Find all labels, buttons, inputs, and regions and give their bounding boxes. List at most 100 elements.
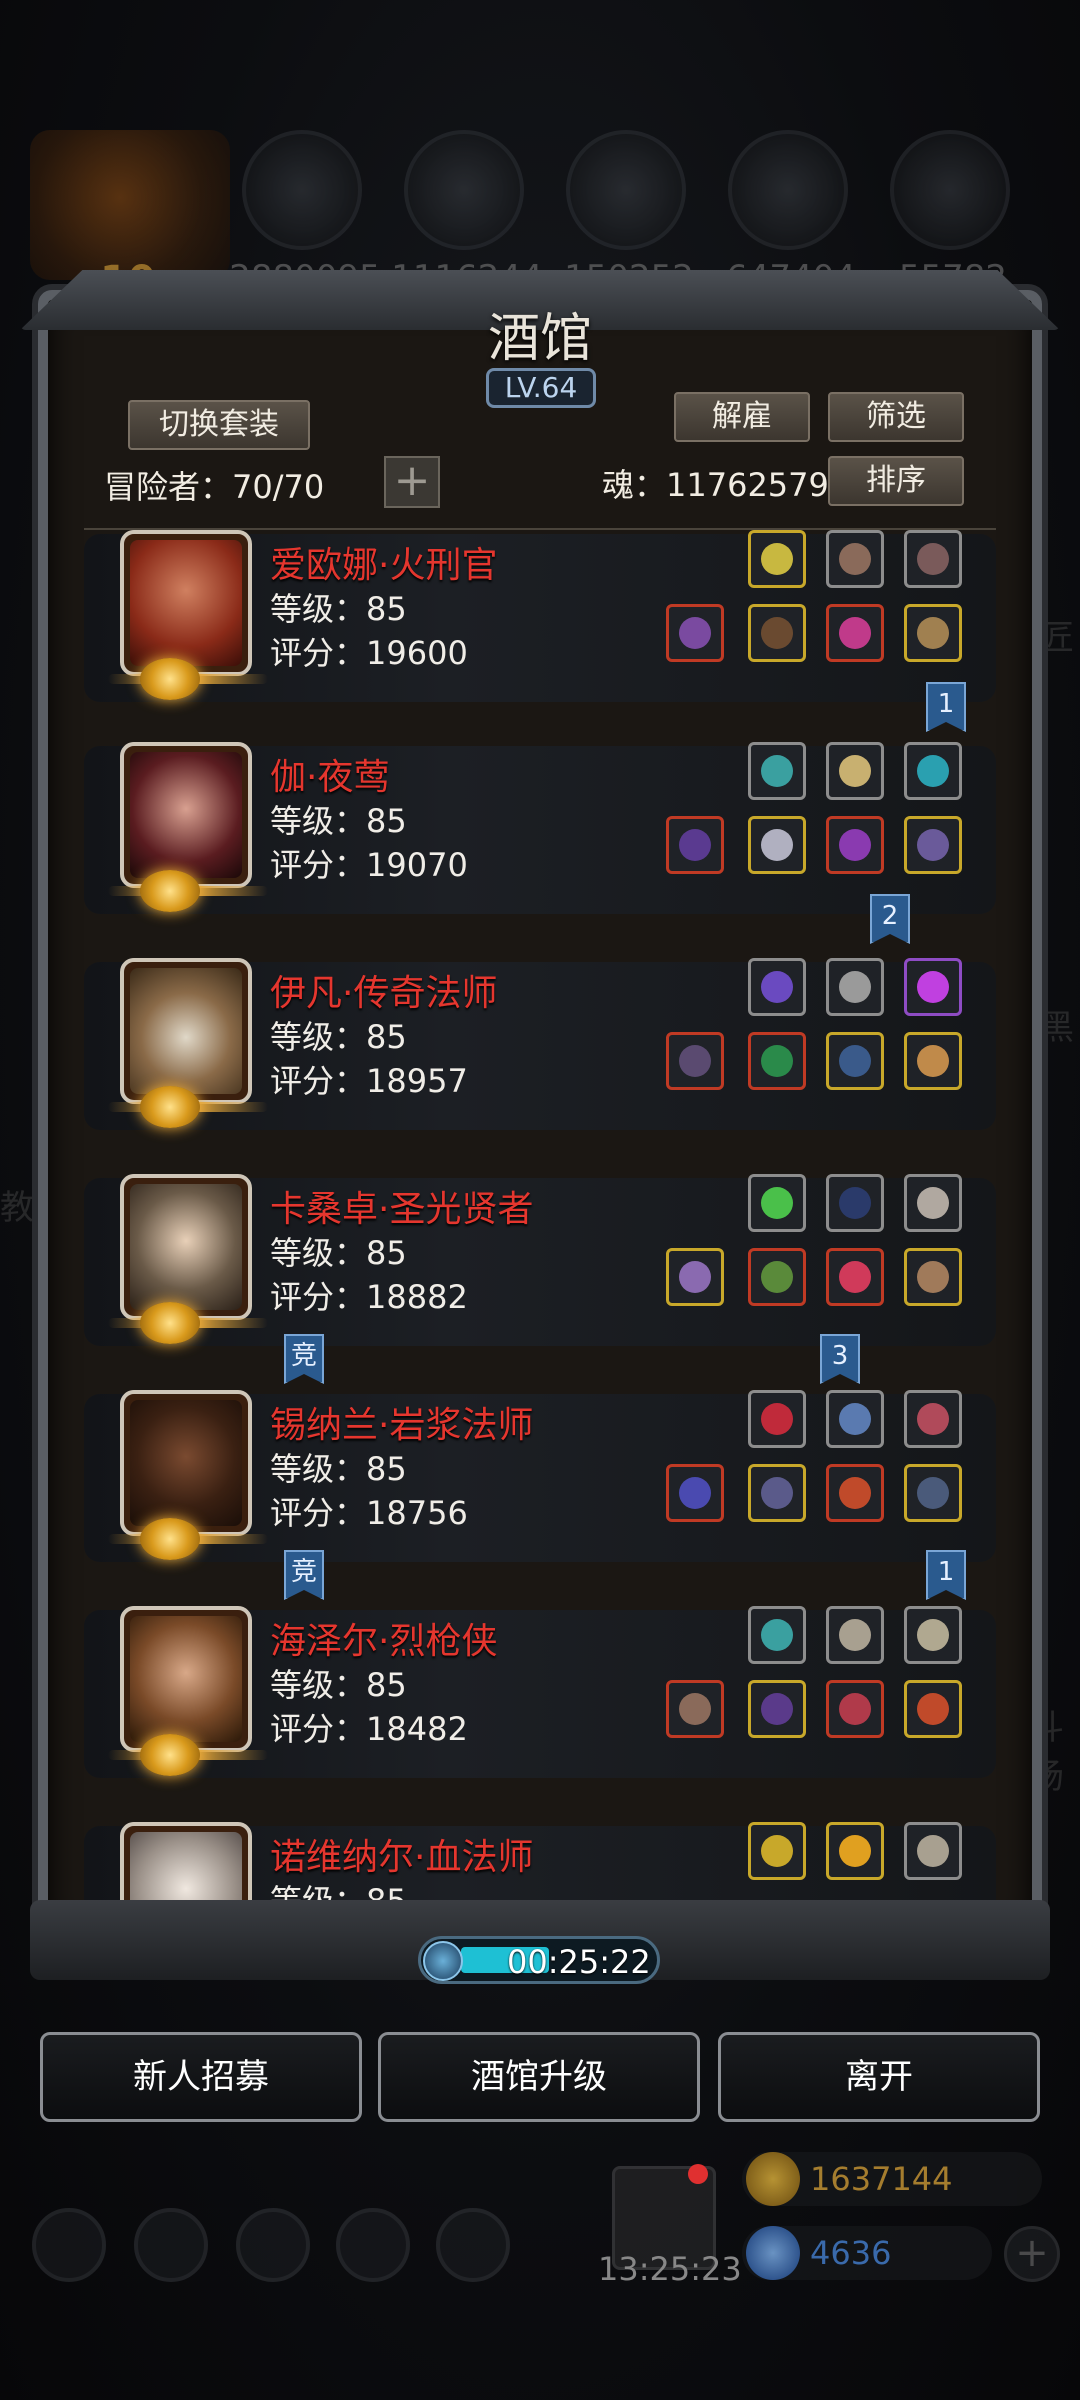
equip-slot[interactable] (666, 1680, 724, 1738)
equip-slot[interactable] (826, 604, 884, 662)
equip-icon (679, 1693, 711, 1725)
equip-slot[interactable] (748, 1174, 806, 1232)
switch-outfit-button[interactable]: 切换套装 (128, 400, 310, 450)
equip-slot[interactable] (826, 1248, 884, 1306)
equip-slot[interactable] (904, 604, 962, 662)
hero-score: 评分：18882 (270, 1278, 468, 1316)
equip-slot[interactable] (904, 1680, 962, 1738)
equip-icon (839, 971, 871, 1003)
equip-slot[interactable] (666, 816, 724, 874)
equip-slot[interactable] (826, 1680, 884, 1738)
team-tag: 1 (926, 1550, 966, 1600)
add-currency-button[interactable]: + (1004, 2226, 1060, 2282)
hero-name: 爱欧娜·火刑官 (270, 545, 498, 586)
equip-slot[interactable] (826, 1606, 884, 1664)
hero-card[interactable]: 海泽尔·烈枪侠 等级：85 评分：18482 (84, 1606, 996, 1784)
hero-card[interactable]: 锡纳兰·岩浆法师 等级：85 评分：18756 竞 1 (84, 1390, 996, 1600)
upgrade-tavern-button[interactable]: 酒馆升级 (378, 2032, 700, 2122)
hero-list[interactable]: 爱欧娜·火刑官 等级：85 评分：19600 1 伽·夜莺 等级：85 评分：1… (84, 528, 996, 1912)
equip-slot[interactable] (748, 1248, 806, 1306)
adventurer-count: 冒险者：70/70 (104, 468, 325, 506)
equip-slot[interactable] (748, 1822, 806, 1880)
equip-slot[interactable] (826, 1390, 884, 1448)
rank-star-icon (140, 870, 200, 912)
equip-slot[interactable] (826, 1464, 884, 1522)
hero-card[interactable]: 诺维纳尔·血法师 等级：85 (84, 1822, 996, 1912)
timer-value: 00:25:22 (507, 1943, 651, 1981)
castle-icon[interactable] (236, 2208, 310, 2282)
equip-slot[interactable] (748, 1680, 806, 1738)
equip-icon (917, 1477, 949, 1509)
settings-icon[interactable] (32, 2208, 106, 2282)
equip-slot[interactable] (826, 742, 884, 800)
equip-icon (839, 1619, 871, 1651)
equip-icon (917, 1045, 949, 1077)
equip-slot[interactable] (826, 1032, 884, 1090)
equip-icon (761, 617, 793, 649)
hero-card[interactable]: 卡桑卓·圣光贤者 等级：85 评分：18882 竞 3 (84, 1174, 996, 1384)
quest-icon[interactable] (436, 2208, 510, 2282)
equip-slot[interactable] (666, 604, 724, 662)
sort-button[interactable]: 排序 (828, 456, 964, 506)
portrait-art (130, 1184, 242, 1310)
equip-icon (839, 543, 871, 575)
equip-icon (917, 1619, 949, 1651)
equip-icon (917, 1261, 949, 1293)
portrait-art (130, 1400, 242, 1526)
equip-slot[interactable] (904, 1464, 962, 1522)
equip-slot[interactable] (748, 1390, 806, 1448)
equip-slot[interactable] (748, 1606, 806, 1664)
equip-slot[interactable] (748, 530, 806, 588)
equip-slot[interactable] (904, 1822, 962, 1880)
equip-slot[interactable] (826, 1822, 884, 1880)
hero-score: 评分：18482 (270, 1710, 468, 1748)
panel-title: 酒馆 (487, 309, 592, 369)
equip-slot[interactable] (904, 742, 962, 800)
equip-icon (917, 1835, 949, 1867)
equip-slot[interactable] (904, 1606, 962, 1664)
equip-slot[interactable] (666, 1032, 724, 1090)
equip-slot[interactable] (904, 1248, 962, 1306)
equip-slot[interactable] (748, 1032, 806, 1090)
equip-slot[interactable] (904, 816, 962, 874)
equip-slot[interactable] (826, 530, 884, 588)
tavern-level-badge: LV.64 (486, 368, 596, 408)
equip-icon (679, 1045, 711, 1077)
equip-slot[interactable] (904, 530, 962, 588)
equip-icon (917, 617, 949, 649)
hero-card[interactable]: 伽·夜莺 等级：85 评分：19070 2 (84, 742, 996, 944)
equip-slot[interactable] (748, 1464, 806, 1522)
portrait-art (130, 1616, 242, 1742)
resource-icon-crystal (728, 130, 848, 250)
leave-button[interactable]: 离开 (718, 2032, 1040, 2122)
dismiss-button[interactable]: 解雇 (674, 392, 810, 442)
recruit-button[interactable]: 新人招募 (40, 2032, 362, 2122)
equip-icon (839, 1261, 871, 1293)
equip-slot[interactable] (904, 1174, 962, 1232)
equip-slot[interactable] (826, 1174, 884, 1232)
mail-icon[interactable] (336, 2208, 410, 2282)
equip-icon (761, 755, 793, 787)
equip-slot[interactable] (904, 1390, 962, 1448)
equip-slot[interactable] (748, 958, 806, 1016)
hero-card[interactable]: 伊凡·传奇法师 等级：85 评分：18957 (84, 958, 996, 1136)
equip-slot[interactable] (666, 1248, 724, 1306)
equip-slot[interactable] (904, 1032, 962, 1090)
add-slot-button[interactable]: + (384, 456, 440, 508)
equip-slot[interactable] (748, 604, 806, 662)
filter-button[interactable]: 筛选 (828, 392, 964, 442)
equip-icon (761, 1187, 793, 1219)
equip-slot[interactable] (904, 958, 962, 1016)
equip-icon (917, 755, 949, 787)
equip-slot[interactable] (748, 742, 806, 800)
equip-slot[interactable] (748, 816, 806, 874)
equip-slot[interactable] (826, 958, 884, 1016)
equip-slot[interactable] (826, 816, 884, 874)
clock-icon (423, 1941, 463, 1981)
equip-slot[interactable] (666, 1464, 724, 1522)
portrait-art (130, 968, 242, 1094)
rank-wing (194, 1750, 268, 1760)
hero-card[interactable]: 爱欧娜·火刑官 等级：85 评分：19600 1 (84, 530, 996, 732)
hero-portrait (120, 1174, 252, 1320)
star-icon[interactable] (134, 2208, 208, 2282)
